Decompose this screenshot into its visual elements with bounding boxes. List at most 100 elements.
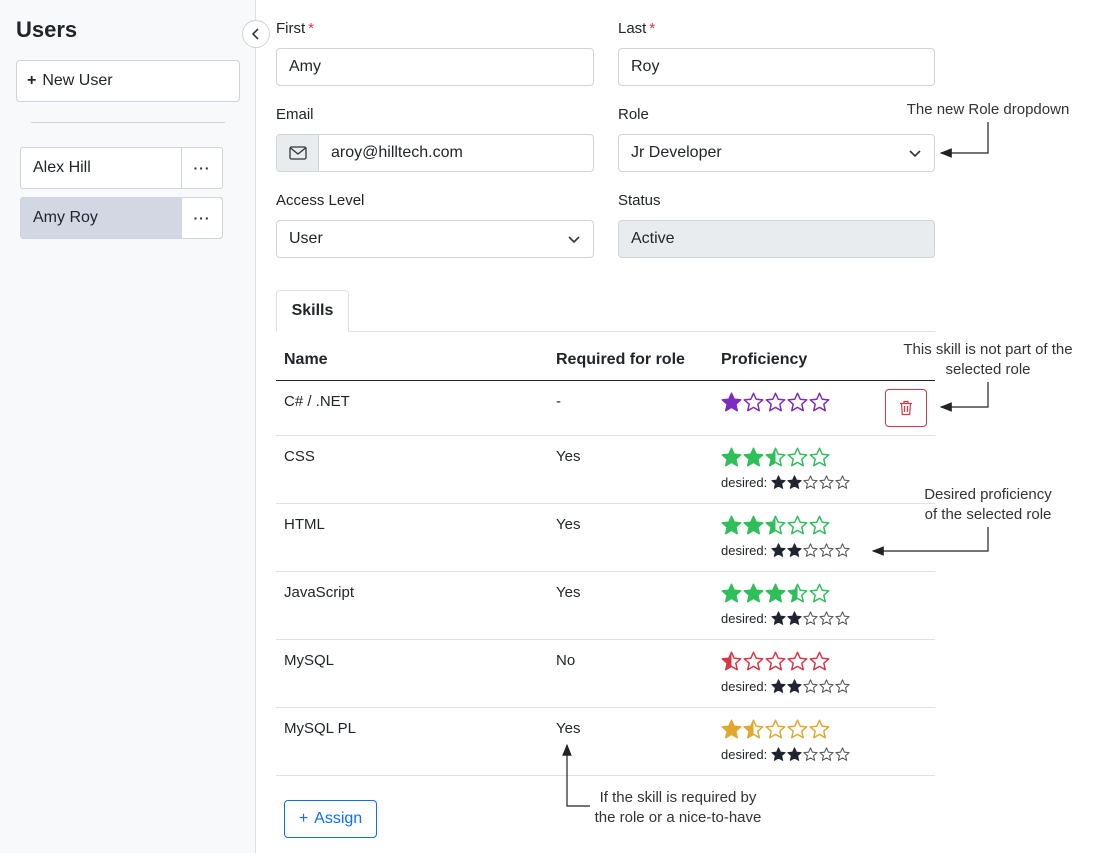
required-mark: * — [308, 20, 315, 37]
star-icon[interactable] — [787, 392, 808, 413]
email-field[interactable]: aroy@hilltech.com — [276, 134, 594, 172]
required-mark: * — [649, 20, 656, 37]
star-icon[interactable] — [765, 392, 786, 413]
row-divider — [276, 639, 935, 640]
star-icon[interactable] — [765, 651, 786, 672]
star-icon[interactable] — [787, 719, 808, 740]
star-icon — [771, 543, 786, 557]
annotation-role: The new Role dropdown — [906, 101, 1070, 118]
star-icon — [771, 747, 786, 761]
star-icon[interactable] — [765, 719, 786, 740]
desired-proficiency: desired: — [721, 679, 850, 694]
user-list-item-selected[interactable]: Amy Roy ··· — [20, 197, 223, 239]
star-icon[interactable] — [809, 392, 830, 413]
star-icon — [819, 611, 834, 625]
annotation-line: selected role — [945, 361, 1031, 378]
role-select[interactable]: Jr Developer — [618, 134, 935, 172]
skill-name: MySQL PL — [284, 720, 356, 737]
plus-icon: + — [298, 810, 309, 827]
delete-skill-button[interactable] — [885, 389, 927, 427]
star-icon[interactable] — [743, 392, 764, 413]
desired-proficiency: desired: — [721, 475, 850, 490]
star-icon[interactable] — [765, 447, 786, 468]
star-icon[interactable] — [743, 651, 764, 672]
collapse-sidebar-button[interactable] — [242, 20, 270, 48]
star-icon[interactable] — [743, 719, 764, 740]
plus-icon: + — [27, 72, 37, 89]
proficiency-rating[interactable] — [721, 515, 830, 536]
star-icon[interactable] — [721, 515, 742, 536]
star-icon[interactable] — [809, 515, 830, 536]
star-icon[interactable] — [765, 583, 786, 604]
star-icon[interactable] — [721, 719, 742, 740]
star-icon[interactable] — [787, 651, 808, 672]
star-icon[interactable] — [743, 515, 764, 536]
assign-label: Assign — [314, 810, 363, 827]
proficiency-rating[interactable] — [721, 651, 830, 672]
ellipsis-icon[interactable]: ··· — [181, 148, 222, 188]
star-icon[interactable] — [787, 583, 808, 604]
star-icon — [787, 543, 802, 557]
role-label: Role — [618, 106, 649, 123]
assign-skill-button[interactable]: + Assign — [284, 800, 377, 838]
star-icon[interactable] — [743, 447, 764, 468]
status-field: Active — [618, 220, 935, 258]
desired-rating — [771, 475, 850, 490]
star-icon[interactable] — [721, 447, 742, 468]
star-icon[interactable] — [721, 651, 742, 672]
skill-name: HTML — [284, 516, 325, 533]
star-icon — [819, 747, 834, 761]
star-icon — [835, 611, 850, 625]
role-select-value: Jr Developer — [631, 144, 722, 161]
skill-required: Yes — [556, 516, 581, 533]
email-input[interactable]: aroy@hilltech.com — [319, 135, 593, 171]
star-icon[interactable] — [809, 651, 830, 672]
star-icon — [803, 475, 818, 489]
annotation-line: Desired proficiency — [924, 486, 1052, 503]
last-name-input[interactable]: Roy — [618, 48, 935, 86]
proficiency-rating[interactable] — [721, 719, 830, 740]
star-icon[interactable] — [743, 583, 764, 604]
row-divider — [276, 775, 935, 776]
annotation-desired-proficiency: Desired proficiency of the selected role — [900, 485, 1076, 525]
star-icon[interactable] — [787, 515, 808, 536]
chevron-down-icon — [568, 236, 580, 244]
star-icon[interactable] — [809, 719, 830, 740]
proficiency-rating[interactable] — [721, 583, 830, 604]
star-icon[interactable] — [765, 515, 786, 536]
desired-rating — [771, 543, 850, 558]
proficiency-rating[interactable] — [721, 392, 830, 413]
user-name[interactable]: Amy Roy — [21, 198, 181, 238]
proficiency-rating[interactable] — [721, 447, 830, 468]
row-divider — [276, 707, 935, 708]
new-user-button[interactable]: + New User — [16, 60, 240, 102]
column-header-proficiency: Proficiency — [721, 351, 808, 368]
star-icon — [803, 543, 818, 557]
status-label: Status — [618, 192, 661, 209]
tab-skills[interactable]: Skills — [276, 290, 349, 332]
user-list-item[interactable]: Alex Hill ··· — [20, 147, 223, 189]
annotation-line: the role or a nice-to-have — [594, 809, 762, 826]
star-icon[interactable] — [809, 447, 830, 468]
star-icon — [771, 475, 786, 489]
access-level-label: Access Level — [276, 192, 365, 209]
user-name[interactable]: Alex Hill — [21, 148, 181, 188]
desired-label: desired: — [721, 543, 768, 558]
first-name-input[interactable]: Amy — [276, 48, 594, 86]
star-icon — [787, 747, 802, 761]
first-name-label-text: First — [276, 20, 306, 37]
access-level-select[interactable]: User — [276, 220, 594, 258]
skill-name: MySQL — [284, 652, 335, 669]
star-icon[interactable] — [787, 447, 808, 468]
star-icon[interactable] — [721, 583, 742, 604]
star-icon[interactable] — [721, 392, 742, 413]
desired-proficiency: desired: — [721, 543, 850, 558]
annotation-line: If the skill is required by — [599, 789, 757, 806]
star-icon[interactable] — [809, 583, 830, 604]
annotation-line: of the selected role — [924, 506, 1052, 523]
row-divider — [276, 571, 935, 572]
star-icon — [771, 679, 786, 693]
skill-required: Yes — [556, 720, 581, 737]
ellipsis-icon[interactable]: ··· — [181, 198, 222, 238]
column-header-required: Required for role — [556, 351, 685, 368]
